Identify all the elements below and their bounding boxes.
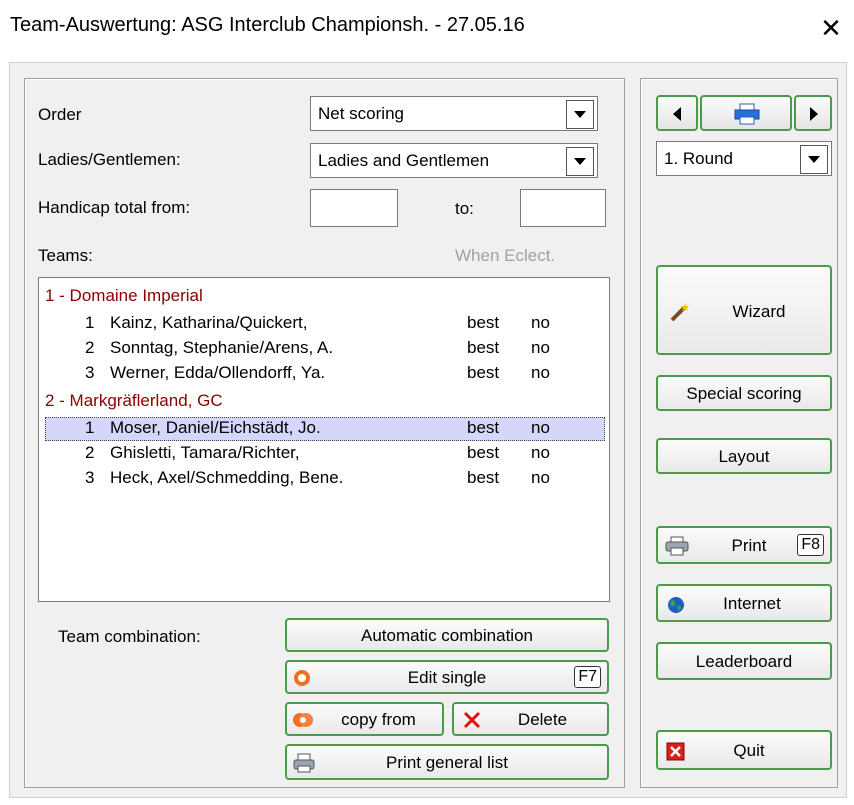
quit-button[interactable]: Quit — [656, 730, 832, 770]
layout-label: Layout — [718, 447, 770, 466]
list-item-selected[interactable]: 1 Moser, Daniel/Eichstädt, Jo. best no — [45, 417, 605, 441]
player-number: 3 — [85, 468, 95, 487]
previous-button[interactable] — [656, 95, 698, 131]
when-eclect-header: When Eclect. — [455, 246, 556, 265]
eclect-value: no — [531, 418, 550, 437]
handicap-to-input[interactable] — [520, 189, 606, 227]
wizard-label: Wizard — [732, 302, 786, 321]
player-names: Moser, Daniel/Eichstädt, Jo. — [110, 418, 321, 437]
team-header[interactable]: 2 - Markgräflerland, GC — [45, 391, 223, 411]
player-number: 2 — [85, 338, 95, 357]
when-value: best — [467, 468, 500, 487]
printer-icon — [734, 103, 760, 125]
player-names: Ghisletti, Tamara/Richter, — [110, 443, 300, 462]
list-item[interactable]: 3 Heck, Axel/Schmedding, Bene. best no — [45, 467, 605, 491]
print-general-list-label: Print general list — [386, 753, 508, 772]
special-scoring-label: Special scoring — [686, 384, 802, 403]
right-arrow-icon — [810, 107, 818, 121]
special-scoring-button[interactable]: Special scoring — [656, 375, 832, 411]
delete-label: Delete — [517, 710, 568, 729]
order-label: Order — [38, 105, 82, 124]
list-item[interactable]: 1 Kainz, Katharina/Quickert, best no — [45, 312, 605, 336]
chevron-down-icon[interactable] — [566, 100, 594, 129]
team-combination-label: Team combination: — [58, 627, 201, 646]
when-value: best — [467, 418, 500, 437]
when-value: best — [467, 363, 500, 382]
left-arrow-icon — [673, 107, 681, 121]
order-value: Net scoring — [318, 104, 404, 123]
internet-label: Internet — [723, 594, 781, 613]
eclect-value: no — [531, 443, 550, 462]
team-header[interactable]: 1 - Domaine Imperial — [45, 286, 203, 306]
internet-button[interactable]: Internet — [656, 584, 832, 622]
window-title: Team-Auswertung: ASG Interclub Champions… — [10, 14, 525, 36]
when-value: best — [467, 313, 500, 332]
edit-single-label: Edit single — [407, 668, 487, 687]
player-number: 2 — [85, 443, 95, 462]
print-button[interactable]: Print F8 — [656, 526, 832, 564]
player-names: Heck, Axel/Schmedding, Bene. — [110, 468, 344, 487]
gender-select[interactable]: Ladies and Gentlemen — [310, 143, 598, 178]
f8-key-badge: F8 — [797, 534, 824, 556]
next-button[interactable] — [794, 95, 832, 131]
to-label: to: — [455, 199, 474, 218]
handicap-from-input[interactable] — [310, 189, 398, 227]
order-select[interactable]: Net scoring — [310, 96, 598, 131]
title-bar: Team-Auswertung: ASG Interclub Champions… — [0, 0, 854, 62]
eclect-value: no — [531, 468, 550, 487]
close-button[interactable]: ✕ — [815, 10, 847, 46]
leaderboard-label: Leaderboard — [695, 652, 793, 671]
list-item[interactable]: 2 Sonntag, Stephanie/Arens, A. best no — [45, 337, 605, 361]
edit-single-button[interactable]: Edit single F7 — [285, 660, 609, 694]
print-preview-button[interactable] — [700, 95, 792, 131]
leaderboard-button[interactable]: Leaderboard — [656, 642, 832, 680]
handicap-label: Handicap total from: — [38, 198, 191, 217]
round-value: 1. Round — [664, 149, 733, 168]
gender-value: Ladies and Gentlemen — [318, 151, 490, 170]
quit-label: Quit — [733, 741, 765, 760]
action-panel — [640, 78, 838, 788]
list-item[interactable]: 3 Werner, Edda/Ollendorff, Ya. best no — [45, 362, 605, 386]
chevron-down-icon[interactable] — [566, 147, 594, 176]
automatic-combination-label: Automatic combination — [361, 626, 533, 645]
player-number: 1 — [85, 418, 95, 437]
f7-key-badge: F7 — [574, 666, 601, 688]
chevron-down-icon[interactable] — [800, 145, 828, 174]
player-number: 3 — [85, 363, 95, 382]
round-select[interactable]: 1. Round — [656, 141, 832, 176]
teams-label: Teams: — [38, 246, 93, 265]
eclect-value: no — [531, 338, 550, 357]
team-list[interactable]: 1 - Domaine Imperial 1 Kainz, Katharina/… — [38, 277, 610, 602]
player-number: 1 — [85, 313, 95, 332]
player-names: Werner, Edda/Ollendorff, Ya. — [110, 363, 326, 382]
when-value: best — [467, 338, 500, 357]
wizard-button[interactable]: Wizard — [656, 265, 832, 355]
when-value: best — [467, 443, 500, 462]
list-item[interactable]: 2 Ghisletti, Tamara/Richter, best no — [45, 442, 605, 466]
copy-from-label: copy from — [341, 710, 416, 729]
layout-button[interactable]: Layout — [656, 438, 832, 474]
delete-button[interactable]: Delete — [452, 702, 609, 736]
copy-icon — [293, 713, 313, 727]
copy-from-button[interactable]: copy from — [285, 702, 444, 736]
eclect-value: no — [531, 363, 550, 382]
player-names: Kainz, Katharina/Quickert, — [110, 313, 308, 332]
print-general-list-button[interactable]: Print general list — [285, 744, 609, 780]
eclect-value: no — [531, 313, 550, 332]
gender-label: Ladies/Gentlemen: — [38, 150, 181, 169]
player-names: Sonntag, Stephanie/Arens, A. — [110, 338, 334, 357]
automatic-combination-button[interactable]: Automatic combination — [285, 618, 609, 652]
